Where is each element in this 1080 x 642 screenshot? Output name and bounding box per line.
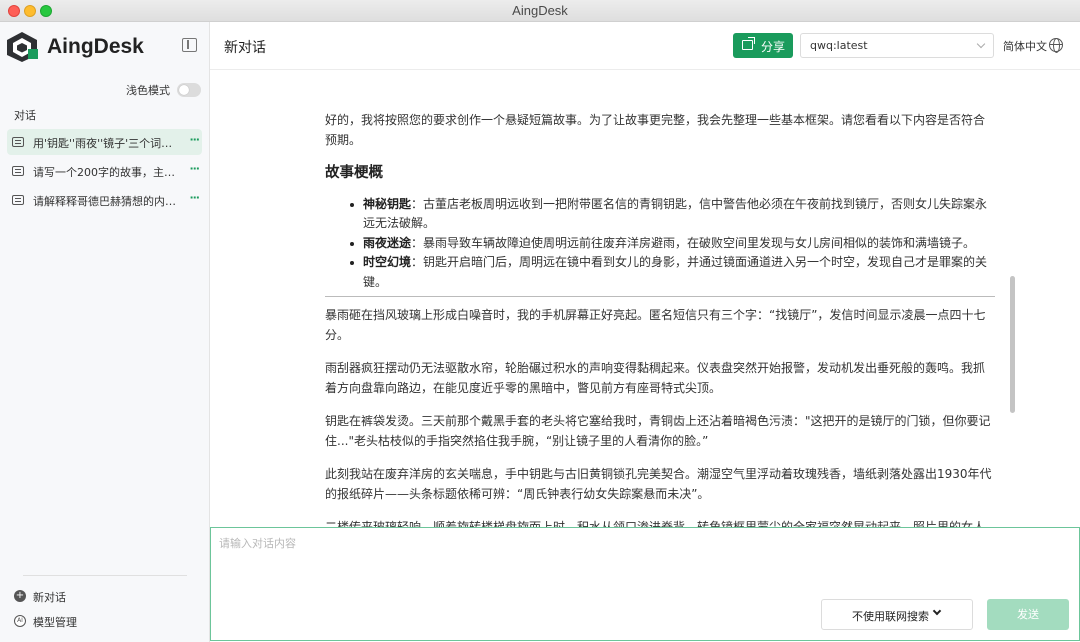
list-item-text: ：暴雨导致车辆故障迫使周明远前往废弃洋房避雨，在破败空间里发现与女儿房间相似的装… [411,235,976,250]
share-icon [742,37,755,50]
list-item: 雨夜迷途：暴雨导致车辆故障迫使周明远前往废弃洋房避雨，在破败空间里发现与女儿房间… [350,234,995,254]
assistant-message: 好的，我将按照您的要求创作一个悬疑短篇故事。为了让故事更完整，我会先整理一些基本… [325,111,995,527]
brand-name: AingDesk [47,35,144,58]
list-item: 神秘钥匙：古董店老板周明远收到一把附带匿名信的青铜钥匙，信中警告他必须在午夜前找… [350,195,995,234]
model-select-value: qwq:latest [810,39,868,52]
list-item-term: 雨夜迷途 [363,235,412,250]
message-intro: 好的，我将按照您的要求创作一个悬疑短篇故事。为了让故事更完整，我会先整理一些基本… [325,113,986,147]
conversation-item[interactable]: 请解释释哥德巴赫猜想的内容，... ··· [7,187,202,213]
ai-icon: AI [14,615,26,627]
theme-toggle[interactable] [177,83,201,97]
section-divider [325,296,995,297]
collapse-sidebar-icon[interactable] [182,38,197,52]
web-search-dropdown[interactable]: 不使用联网搜索 [821,599,973,630]
conversation-item[interactable]: 请写一个200字的故事，主角... ··· [7,158,202,184]
more-options-icon[interactable]: ··· [189,133,200,146]
new-chat-button[interactable]: + 新对话 [14,588,164,606]
conversation-title: 用'钥匙''雨夜''镜子'三个词编一 [33,137,178,150]
list-item-text: ：钥匙开启暗门后，周明远在镜中看到女儿的身影，并通过镜面通道进入另一个时空，发现… [363,255,988,289]
story-paragraph: 雨刮器疯狂摆动仍无法驱散水帘，轮胎碾过积水的声响变得黏稠起来。仪表盘突然开始报警… [325,361,986,395]
plus-circle-icon: + [14,590,26,602]
aingdesk-logo-icon [7,32,38,62]
conversation-title: 请解释释哥德巴赫猜想的内容，... [33,195,178,208]
send-button[interactable]: 发送 [987,599,1069,630]
globe-icon[interactable] [1049,38,1063,53]
chat-bubble-icon [12,137,24,147]
theme-toggle-row: 浅色模式 [0,81,210,99]
story-paragraph: 钥匙在裤袋发烫。三天前那个戴黑手套的老头将它塞给我时，青铜齿上还沾着暗褐色污渍：… [325,414,991,448]
chat-messages: 好的，我将按照您的要求创作一个悬疑短篇故事。为了让故事更完整，我会先整理一些基本… [210,71,1080,527]
story-paragraph: 暴雨砸在挡风玻璃上形成白噪音时，我的手机屏幕正好亮起。匿名短信只有三个字：“找镜… [325,308,986,342]
synopsis-list: 神秘钥匙：古董店老板周明远收到一把附带匿名信的青铜钥匙，信中警告他必须在午夜前找… [350,195,995,293]
list-item-text: ：古董店老板周明远收到一把附带匿名信的青铜钥匙，信中警告他必须在午夜前找到镜厅，… [363,196,988,231]
list-item: 时空幻境：钥匙开启暗门后，周明远在镜中看到女儿的身影，并通过镜面通道进入另一个时… [350,253,995,292]
chat-header: 新对话 分享 qwq:latest 简体中文 [210,22,1080,70]
page-title: 新对话 [224,40,266,56]
chevron-down-icon [932,606,942,616]
model-manage-button[interactable]: AI 模型管理 [14,613,164,631]
model-select[interactable]: qwq:latest [800,33,994,58]
share-label: 分享 [761,40,786,54]
list-item-term: 神秘钥匙 [363,196,412,211]
message-composer: 不使用联网搜索 发送 [210,527,1080,641]
conversation-item[interactable]: 用'钥匙''雨夜''镜子'三个词编一 ··· [7,129,202,155]
message-heading: 故事梗概 [325,165,383,181]
chevron-down-icon [976,39,986,49]
conversations-section-label: 对话 [14,109,36,122]
more-options-icon[interactable]: ··· [189,162,200,175]
conversation-title: 请写一个200字的故事，主角... [33,166,178,179]
share-button[interactable]: 分享 [733,33,793,58]
story-paragraph: 此刻我站在废弃洋房的玄关喘息，手中钥匙与古旧黄铜锁孔完美契合。潮湿空气里浮动着玫… [325,467,992,501]
chat-bubble-icon [12,195,24,205]
web-search-label: 不使用联网搜索 [852,610,929,623]
window-title: AingDesk [512,3,568,18]
list-item-term: 时空幻境 [363,255,412,269]
window-titlebar: AingDesk [0,0,1080,22]
model-manage-label: 模型管理 [33,616,77,629]
story-paragraph: 二楼传来玻璃轻响。顺着旋转楼梯盘旋而上时，积水从领口渗进脊背。转角镜框里蒙尘的全… [325,520,986,527]
sidebar: AingDesk 浅色模式 对话 用'钥匙''雨夜''镜子'三个词编一 ··· … [0,22,210,642]
theme-mode-label: 浅色模式 [126,84,170,97]
conversation-list: 用'钥匙''雨夜''镜子'三个词编一 ··· 请写一个200字的故事，主角...… [7,129,202,216]
chat-bubble-icon [12,166,24,176]
language-selector[interactable]: 简体中文 [1003,38,1047,54]
message-input[interactable] [219,535,1069,595]
more-options-icon[interactable]: ··· [189,191,200,204]
chat-scrollbar[interactable] [1010,276,1015,413]
sidebar-divider [23,575,187,576]
new-chat-label: 新对话 [33,591,66,604]
